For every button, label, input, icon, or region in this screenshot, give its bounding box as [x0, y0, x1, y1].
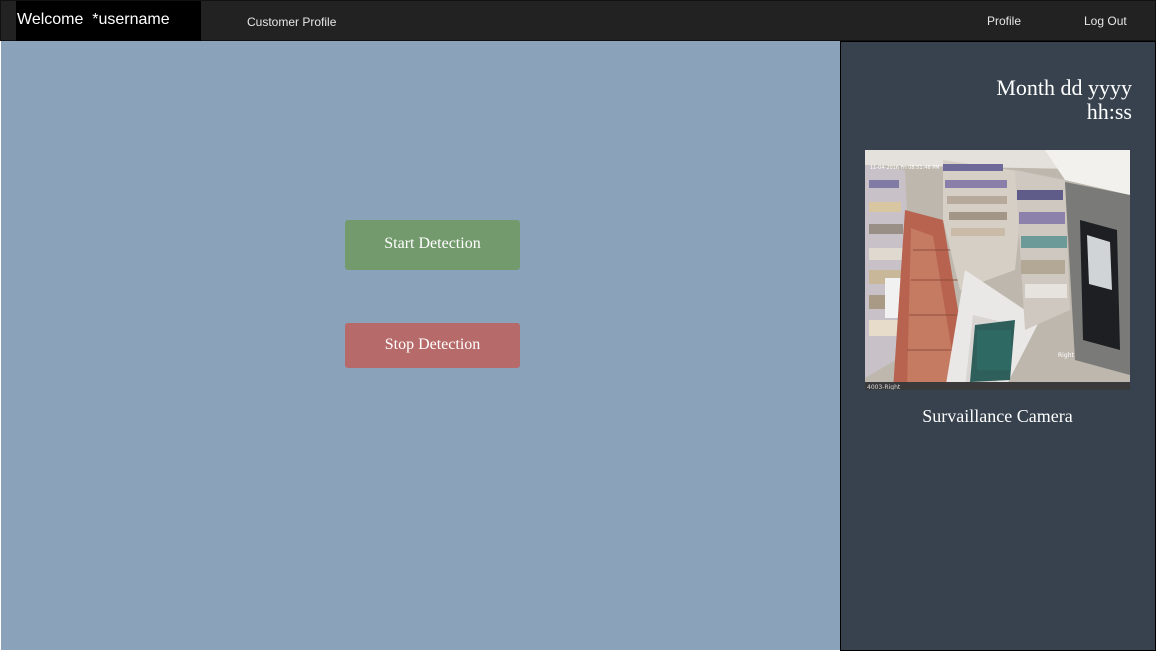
welcome-brand: Welcome *username	[16, 1, 201, 41]
nav-profile[interactable]: Profile	[987, 1, 1021, 41]
surveillance-camera-feed: Right 4003-Right 11-04-2016 Fri 08:51:46…	[865, 150, 1130, 390]
nav-customer-profile[interactable]: Customer Profile	[247, 1, 336, 41]
camera-overlay-id: 4003-Right	[867, 384, 901, 390]
time-text: hh:ss	[1086, 99, 1132, 124]
camera-overlay-timestamp: 11-04-2016 Fri 08:51:46 PM	[870, 165, 940, 171]
sidebar-panel: Month dd yyyy hh:ss Right 4003-Right 11-…	[840, 41, 1156, 651]
date-text: Month dd yyyy	[996, 75, 1132, 100]
start-detection-button[interactable]: Start Detection	[345, 220, 520, 270]
camera-caption: Survaillance Camera	[922, 406, 1073, 426]
camera-overlay-right: Right	[1058, 352, 1074, 359]
main-panel: Start Detection Stop Detection	[1, 41, 840, 650]
datetime-display: Month dd yyyy hh:ss	[996, 76, 1132, 124]
nav-logout[interactable]: Log Out	[1084, 1, 1127, 41]
top-navbar: Welcome *username Customer Profile Profi…	[0, 0, 1156, 41]
stop-detection-button[interactable]: Stop Detection	[345, 323, 520, 368]
